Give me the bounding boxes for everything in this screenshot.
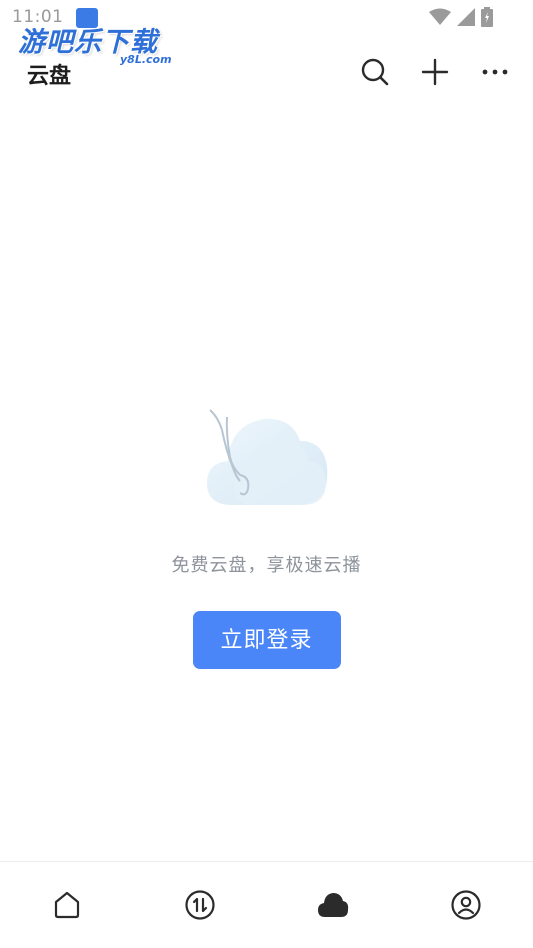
status-icons [429, 7, 493, 31]
nav-cloud-icon[interactable] [316, 888, 350, 922]
nav-transfer-icon[interactable] [183, 888, 217, 922]
wifi-icon [429, 8, 451, 30]
nav-home-icon[interactable] [50, 888, 84, 922]
empty-state-message: 免费云盘，享极速云播 [171, 555, 362, 576]
cloud-illustration [206, 409, 327, 505]
battery-icon [481, 7, 493, 31]
nav-profile-icon[interactable] [449, 888, 483, 922]
search-icon[interactable] [359, 56, 391, 88]
header: 云盘 [0, 44, 533, 100]
header-actions [359, 56, 511, 88]
empty-state: 免费云盘，享极速云播 立即登录 [0, 395, 533, 669]
bottom-nav [0, 861, 533, 948]
plus-icon[interactable] [419, 56, 451, 88]
signal-icon [457, 8, 475, 30]
login-button[interactable]: 立即登录 [192, 611, 341, 669]
more-icon[interactable] [479, 56, 511, 88]
page-title: 云盘 [27, 64, 72, 89]
